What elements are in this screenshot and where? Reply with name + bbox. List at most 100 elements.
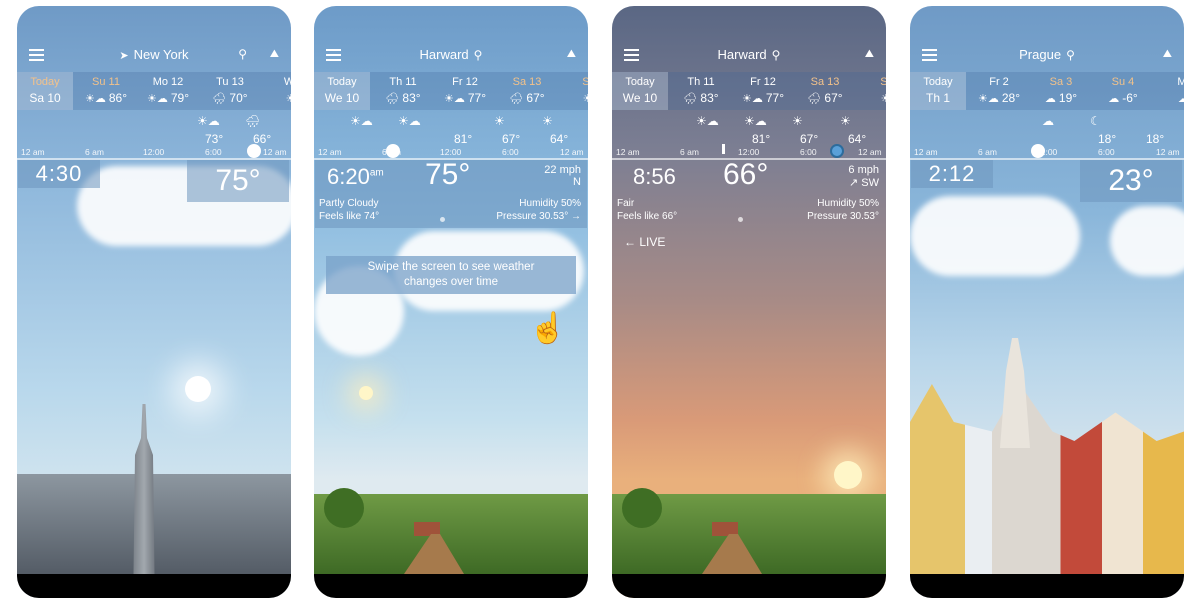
day-name: Sa 13 bbox=[512, 76, 542, 88]
day-4[interactable]: We ☀ bbox=[261, 72, 291, 110]
day-weather: ☀ bbox=[558, 91, 588, 105]
hourly-temp: 81° bbox=[752, 132, 771, 146]
landscape-icon[interactable]: ⛰ bbox=[1163, 48, 1172, 61]
hourly-icon: 🌧 bbox=[245, 114, 261, 128]
landscape-icon[interactable]: ⛰ bbox=[270, 48, 279, 61]
hourly-temp: 81° bbox=[454, 132, 473, 146]
day-1[interactable]: Fr 2 ☀☁ 28° bbox=[968, 72, 1030, 110]
page-dot bbox=[440, 217, 445, 222]
day-weather: ☀ bbox=[856, 91, 886, 105]
time-slider-handle[interactable] bbox=[1031, 144, 1045, 158]
day-name: Su 11 bbox=[92, 76, 120, 88]
day-1[interactable]: Th 11 🌧 83° bbox=[372, 72, 434, 110]
bottom-bar bbox=[910, 574, 1184, 598]
location-selector[interactable]: Prague ⚲ bbox=[1019, 46, 1075, 64]
day-3[interactable]: Sa 13 🌧 67° bbox=[496, 72, 558, 110]
day-weather: ☀☁ 77° bbox=[434, 91, 496, 105]
day-1[interactable]: Th 11 🌧 83° bbox=[670, 72, 732, 110]
landscape-icon[interactable]: ⛰ bbox=[567, 48, 576, 61]
current-temperature: 23° bbox=[1108, 164, 1154, 197]
hourly-temp: 73° bbox=[205, 132, 224, 146]
tree bbox=[622, 488, 662, 528]
weather-icon: ☀☁ bbox=[741, 93, 763, 105]
live-button[interactable]: ← LIVE bbox=[624, 235, 665, 249]
timeline-label: 12:00 bbox=[143, 147, 165, 157]
day-3[interactable]: Sa 13 🌧 67° bbox=[794, 72, 856, 110]
day-name: Su 4 bbox=[1111, 76, 1135, 88]
feels-like: Feels like 74° bbox=[319, 211, 380, 222]
now-marker bbox=[722, 144, 725, 154]
day-date: Th 1 bbox=[925, 91, 950, 105]
timeline-label: 6 am bbox=[680, 147, 699, 157]
wind-speed: 6 mph bbox=[848, 164, 879, 176]
day-name: We bbox=[283, 76, 291, 88]
day-2[interactable]: Sa 3 ☁ 19° bbox=[1030, 72, 1092, 110]
day-0[interactable]: Today We 10 bbox=[314, 72, 370, 110]
day-4[interactable]: Mo ☁ bbox=[1154, 72, 1184, 110]
timeline-label: 6:00 bbox=[800, 147, 817, 157]
search-icon[interactable]: ⚲ bbox=[238, 47, 247, 61]
day-2[interactable]: Fr 12 ☀☁ 77° bbox=[434, 72, 496, 110]
search-icon[interactable]: ⚲ bbox=[1066, 48, 1075, 62]
day-temp: 83° bbox=[700, 91, 719, 105]
day-temp: 83° bbox=[402, 91, 421, 105]
tree bbox=[324, 488, 364, 528]
weather-icon: 🌧 bbox=[509, 93, 524, 105]
day-4[interactable]: Su ☀ bbox=[558, 72, 588, 110]
menu-icon[interactable] bbox=[922, 49, 937, 61]
location-selector[interactable]: Harward ⚲ bbox=[420, 46, 483, 64]
weather-icon: 🌧 bbox=[683, 93, 698, 105]
current-conditions-panel: 8:56 66° 6 mph ↗ SW Fair Feels like 66° Humidi… bbox=[613, 158, 885, 228]
app-header: Prague ⚲ ⛰ bbox=[910, 46, 1184, 66]
timeline-label: 12 am bbox=[263, 147, 287, 157]
timeline-label: 12 am bbox=[858, 147, 882, 157]
day-0[interactable]: Today We 10 bbox=[612, 72, 668, 110]
pressure: Pressure 30.53° bbox=[807, 211, 879, 222]
current-temperature: 75° bbox=[215, 164, 261, 197]
day-weather: ☁ bbox=[1154, 91, 1184, 105]
hourly-icon: ☀☁ bbox=[350, 114, 373, 128]
day-temp: 28° bbox=[1001, 91, 1021, 105]
weather-icon: 🌧 bbox=[807, 93, 822, 105]
day-2[interactable]: Mo 12 ☀☁ 79° bbox=[137, 72, 199, 110]
city-name: Prague bbox=[1019, 47, 1062, 62]
timeline-label: 12 am bbox=[616, 147, 640, 157]
search-icon[interactable]: ⚲ bbox=[474, 48, 483, 62]
day-name: Today bbox=[327, 76, 357, 88]
menu-icon[interactable] bbox=[29, 49, 44, 61]
day-1[interactable]: Su 11 ☀☁ 86° bbox=[75, 72, 137, 110]
hourly-icon: ☀ bbox=[792, 114, 803, 128]
day-3[interactable]: Su 4 ☁ -6° bbox=[1092, 72, 1154, 110]
day-0[interactable]: Today Sa 10 bbox=[17, 72, 73, 110]
daily-forecast-strip: TodayWe 10Th 11🌧83°Fr 12☀☁77°Sa 13🌧67°Su… bbox=[314, 72, 588, 110]
time-slider-handle[interactable] bbox=[247, 144, 261, 158]
weather-icon: ☁ bbox=[1178, 93, 1184, 105]
am-pm: am bbox=[369, 167, 384, 179]
day-temp: 86° bbox=[108, 91, 128, 105]
time-slider-handle[interactable] bbox=[830, 144, 844, 158]
menu-icon[interactable] bbox=[326, 49, 341, 61]
day-temp: 19° bbox=[1058, 91, 1078, 105]
time-box: 4:30 bbox=[18, 160, 100, 188]
day-weather: ☁ -6° bbox=[1092, 91, 1154, 105]
day-4[interactable]: Su ☀ bbox=[856, 72, 886, 110]
day-name: Mo 12 bbox=[152, 76, 184, 88]
landscape-icon[interactable]: ⛰ bbox=[865, 48, 874, 61]
day-0[interactable]: Today Th 1 bbox=[910, 72, 966, 110]
menu-icon[interactable] bbox=[624, 49, 639, 61]
time-slider-handle[interactable] bbox=[386, 144, 400, 158]
search-icon[interactable]: ⚲ bbox=[772, 48, 781, 62]
location-selector[interactable]: ➤ New York bbox=[119, 46, 188, 65]
app-header: Harward ⚲ ⛰ bbox=[314, 46, 588, 66]
daily-forecast-strip: TodayTh 1Fr 2☀☁28°Sa 3☁19° Su 4 ☁-6°Mo☁ bbox=[910, 72, 1184, 110]
hourly-temp: 18° bbox=[1098, 132, 1117, 146]
day-2[interactable]: Fr 12 ☀☁ 77° bbox=[732, 72, 794, 110]
location-selector[interactable]: Harward ⚲ bbox=[718, 46, 781, 64]
day-temp: 70° bbox=[229, 91, 248, 105]
hourly-forecast: ☁ ☾ 18° 18° bbox=[910, 114, 1184, 148]
day-weather: ☀☁ 79° bbox=[137, 91, 199, 105]
weather-icon: ☀ bbox=[582, 93, 588, 105]
hourly-forecast: ☀☁ ☀☁ 81° ☀ 67° ☀ 64° bbox=[314, 114, 588, 148]
phone-screen-4: Prague ⚲ ⛰ Today Th 1 Fr 2 ☀☁ 28° Sa 3 ☁ 19° Su 4 ☁ -… bbox=[910, 6, 1184, 598]
day-3[interactable]: Tu 13 🌧 70° bbox=[199, 72, 261, 110]
